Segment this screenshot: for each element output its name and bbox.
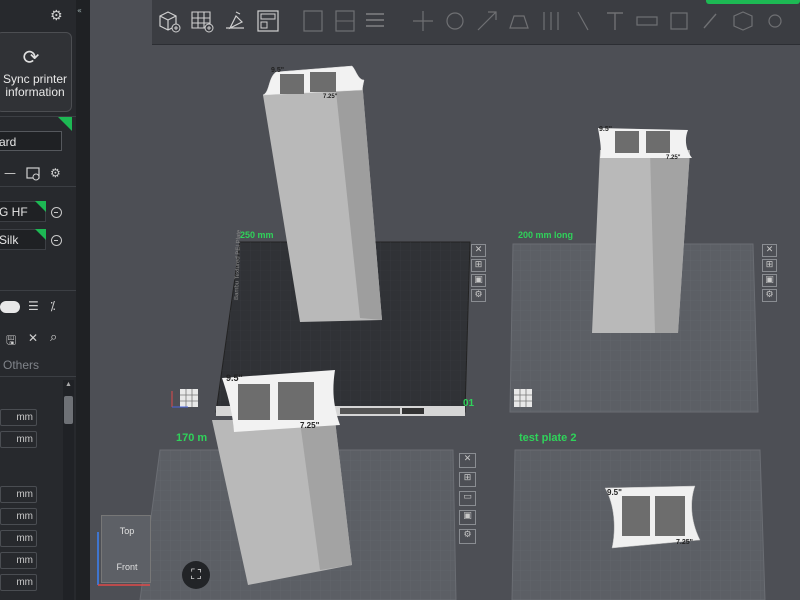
assembly-icon[interactable]: [666, 8, 692, 34]
collapse-icon[interactable]: «: [77, 6, 82, 15]
close-icon[interactable]: ✕: [28, 331, 38, 345]
advanced-toggle[interactable]: [0, 301, 20, 313]
text-icon[interactable]: [602, 8, 628, 34]
plate-grid-icon: [171, 389, 198, 408]
dim-label: 9.5": [599, 126, 612, 133]
model-flat-4[interactable]: 9.5" 7.25": [604, 485, 701, 549]
cut-icon[interactable]: [332, 8, 358, 34]
compare-icon[interactable]: ⁒: [50, 299, 55, 313]
dim-label: 9.5": [226, 373, 243, 383]
filament-slot-2[interactable]: Silk: [0, 229, 46, 250]
sync-label: information: [5, 85, 65, 99]
auto-orient-icon[interactable]: [222, 8, 248, 34]
dim-label: 9.5": [607, 488, 622, 497]
param-input[interactable]: mm: [0, 574, 37, 591]
filament-synced-badge: [35, 201, 46, 212]
filament-synced-badge: [35, 229, 46, 240]
view-cube-top[interactable]: Top: [102, 526, 152, 536]
rotate-icon[interactable]: [442, 8, 468, 34]
param-input[interactable]: mm: [0, 409, 37, 426]
plate-arrange-icon[interactable]: ⊞: [459, 472, 476, 487]
plate-label-3[interactable]: 170 m: [176, 432, 207, 444]
plate-settings-icon[interactable]: ⚙: [762, 289, 777, 302]
plate-settings-icon[interactable]: ⚙: [459, 529, 476, 544]
dim-label: 7.25": [676, 539, 693, 546]
remove-filament-icon[interactable]: [51, 235, 62, 246]
left-sidebar: ⚙ ⟳ Sync printer information ard — ⚙ G H…: [0, 0, 76, 600]
dim-label: 7.25": [300, 421, 320, 430]
sync-icon: ⟳: [22, 45, 40, 69]
param-input[interactable]: mm: [0, 508, 37, 525]
move-icon[interactable]: [410, 8, 436, 34]
plate-label-2[interactable]: 200 mm long: [518, 230, 573, 240]
printer-select[interactable]: ard: [0, 131, 62, 151]
seam-icon[interactable]: [570, 8, 596, 34]
measure-icon[interactable]: [634, 8, 660, 34]
plate-close-icon[interactable]: ✕: [762, 244, 777, 257]
plate-label-1[interactable]: 250 mm: [240, 230, 274, 240]
plate-number-1: 01: [463, 398, 475, 409]
dim-label: 9.5": [271, 67, 284, 74]
place-face-icon[interactable]: [506, 8, 532, 34]
plate-close-icon[interactable]: ✕: [471, 244, 486, 257]
split-icon[interactable]: [300, 8, 326, 34]
search-icon[interactable]: ⌕: [50, 330, 57, 345]
arrange-icon[interactable]: [255, 8, 281, 34]
param-input[interactable]: mm: [0, 530, 37, 547]
plate-lock-icon[interactable]: ▣: [471, 274, 486, 287]
plate-lock-icon[interactable]: ▣: [762, 274, 777, 287]
fit-view-icon[interactable]: ⛶: [182, 561, 210, 589]
model-column-2[interactable]: 9.5" 7.25": [592, 126, 692, 333]
add-plate-icon[interactable]: [189, 8, 215, 34]
viewport-3d[interactable]: Bambu Textured PEI Plate 9.5" 7.25" 9.5"…: [0, 0, 800, 600]
filament-name: Silk: [0, 233, 19, 247]
paint-icon[interactable]: [698, 8, 724, 34]
sidebar-scrollbar-thumb[interactable]: [64, 396, 73, 424]
sync-printer-button[interactable]: ⟳ Sync printer information: [0, 32, 72, 112]
slice-button-edge[interactable]: [706, 0, 800, 4]
tab-others[interactable]: Others: [3, 358, 39, 372]
cube-view-icon[interactable]: [730, 8, 756, 34]
param-input[interactable]: mm: [0, 486, 37, 503]
printer-synced-badge: [58, 117, 72, 131]
view-cube[interactable]: Top Front: [101, 515, 151, 583]
view-cube-front[interactable]: Front: [102, 562, 152, 572]
scale-icon[interactable]: [474, 8, 500, 34]
list-icon[interactable]: ☰: [28, 299, 39, 313]
plate-orient-icon[interactable]: ▭: [459, 491, 476, 506]
support-icon[interactable]: [538, 8, 564, 34]
add-cube-icon[interactable]: [156, 8, 182, 34]
filament-name: G HF: [0, 205, 28, 219]
plate-lock-icon[interactable]: ▣: [459, 510, 476, 525]
filament-sync-icon[interactable]: [26, 167, 40, 181]
plate-arrange-icon[interactable]: ⊞: [762, 259, 777, 272]
remove-filament-icon[interactable]: [51, 207, 62, 218]
top-toolbar: [152, 0, 800, 45]
plate-label-4[interactable]: test plate 2: [519, 432, 576, 444]
layers-icon[interactable]: [362, 8, 388, 34]
gear-icon[interactable]: ⚙: [50, 8, 66, 24]
plate-grid-icon-2: [514, 389, 532, 407]
plate-settings-icon[interactable]: ⚙: [471, 289, 486, 302]
plate-arrange-icon[interactable]: ⊞: [471, 259, 486, 272]
dim-label: 7.25": [666, 155, 681, 161]
dim-label: 7.25": [323, 94, 338, 100]
param-input[interactable]: mm: [0, 552, 37, 569]
printer-name: ard: [0, 135, 17, 149]
plate-close-icon[interactable]: ✕: [459, 453, 476, 468]
filament-settings-icon[interactable]: ⚙: [50, 166, 61, 180]
param-input[interactable]: mm: [0, 431, 37, 448]
extra-icon[interactable]: [762, 8, 788, 34]
save-icon[interactable]: 🖫: [6, 331, 16, 352]
minus-icon[interactable]: —: [4, 166, 16, 180]
sidebar-collapse-strip[interactable]: «: [76, 0, 90, 600]
filament-slot-1[interactable]: G HF: [0, 201, 46, 222]
scroll-up-icon[interactable]: ▲: [65, 381, 72, 388]
